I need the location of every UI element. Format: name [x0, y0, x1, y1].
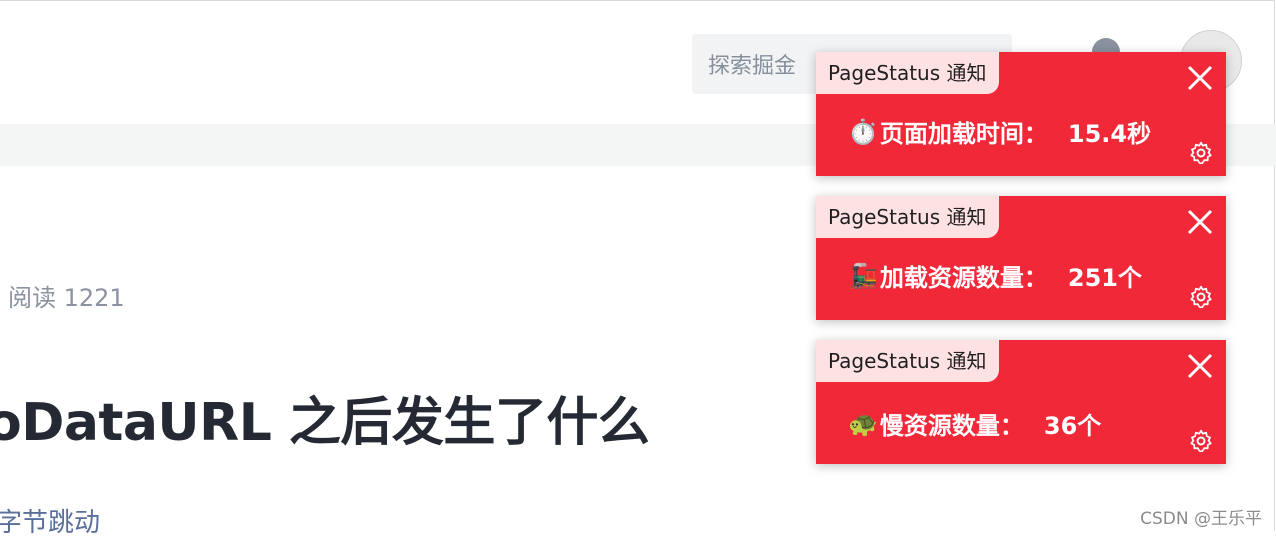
notification-tag: PageStatus 通知 — [816, 52, 999, 94]
gear-icon[interactable] — [1188, 140, 1214, 166]
notification-message: 🐢 慢资源数量： 36个 — [848, 406, 1101, 441]
author-link[interactable]: 字节跳动 — [0, 502, 100, 539]
close-icon[interactable] — [1184, 206, 1216, 238]
gear-icon[interactable] — [1188, 284, 1214, 310]
notification-load-time: PageStatus 通知 ⏱️ 页面加载时间： 15.4秒 — [816, 52, 1226, 176]
notification-tag: PageStatus 通知 — [816, 196, 999, 238]
notification-value: 251个 — [1067, 264, 1142, 292]
notification-message: ⏱️ 页面加载时间： 15.4秒 — [848, 114, 1151, 149]
search-placeholder: 探索掘金 — [708, 54, 797, 79]
close-icon[interactable] — [1184, 350, 1216, 382]
notification-label: 加载资源数量： — [879, 264, 1048, 292]
turtle-icon: 🐢 — [848, 409, 878, 438]
close-icon[interactable] — [1184, 62, 1216, 94]
notification-label: 页面加载时间： — [879, 120, 1048, 148]
train-icon: 🚂 — [848, 261, 878, 290]
notification-resource-count: PageStatus 通知 🚂 加载资源数量： 251个 — [816, 196, 1226, 320]
notification-tag: PageStatus 通知 — [816, 340, 999, 382]
notification-value: 36个 — [1043, 412, 1102, 440]
notification-value: 15.4秒 — [1067, 120, 1152, 148]
notification-message: 🚂 加载资源数量： 251个 — [848, 258, 1142, 293]
notification-slow-resources: PageStatus 通知 🐢 慢资源数量： 36个 — [816, 340, 1226, 464]
watermark: CSDN @王乐平 — [1140, 509, 1262, 529]
gear-icon[interactable] — [1188, 428, 1214, 454]
article-meta: 阅读 1221 — [8, 284, 125, 312]
article-title: oDataURL 之后发生了什么 — [0, 393, 650, 453]
notification-label: 慢资源数量： — [879, 412, 1024, 440]
stopwatch-icon: ⏱️ — [848, 117, 878, 146]
